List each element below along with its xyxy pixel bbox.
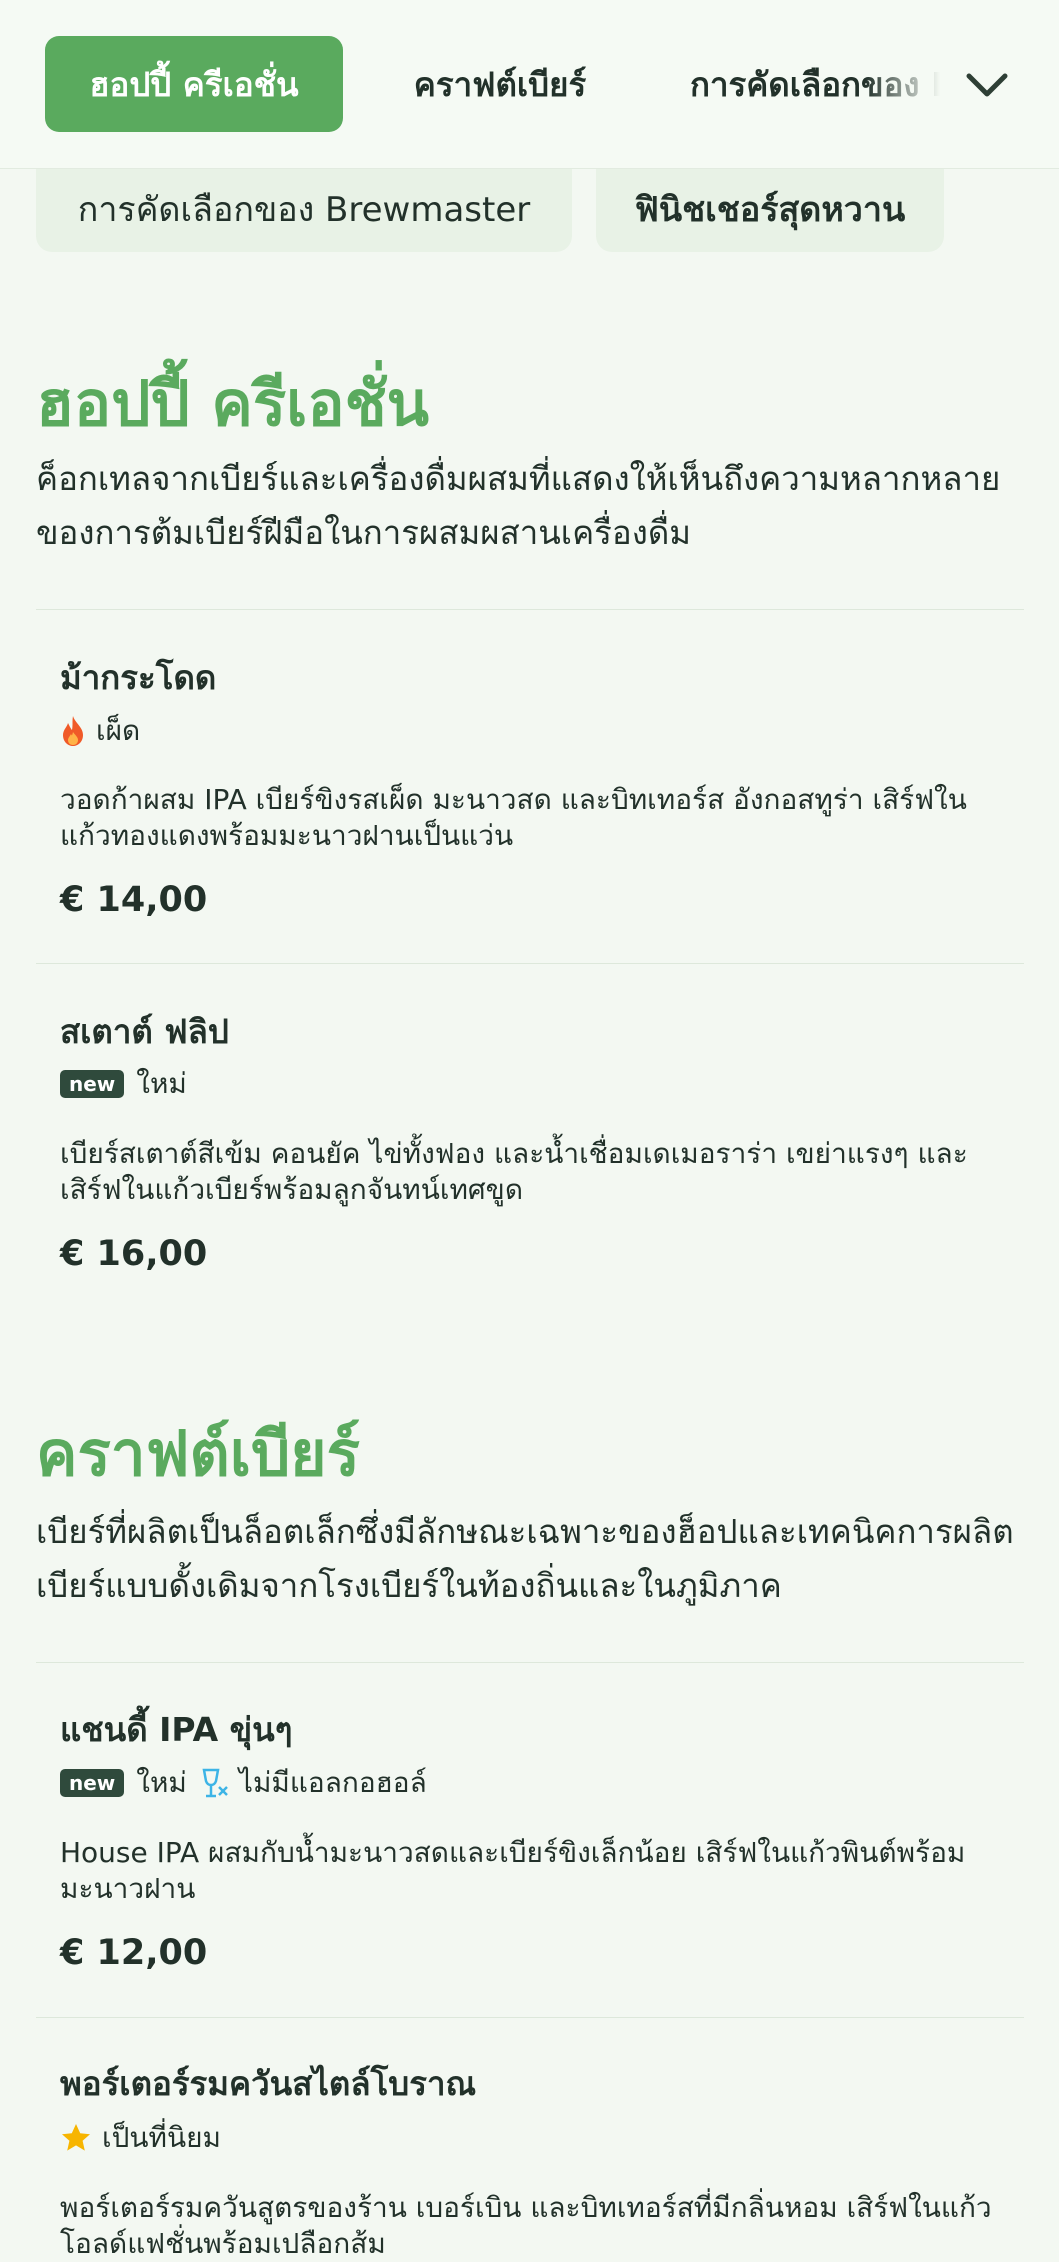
tab-brewmaster-selection[interactable]: การคัดเลือกของ Brewmaster bbox=[690, 36, 940, 132]
section-description: เบียร์ที่ผลิตเป็นล็อตเล็กซึ่งมีลักษณะเฉพ… bbox=[36, 1512, 1014, 1605]
menu-item-description: House IPA ผสมกับน้ำมะนาวสดและเบียร์ขิงเล… bbox=[60, 1836, 966, 1905]
section-description: ค็อกเทลจากเบียร์และเครื่องดื่มผสมที่แสดง… bbox=[36, 459, 1001, 552]
new-badge: new bbox=[60, 1769, 125, 1797]
menu-item-name: พอร์เตอร์รมควันสไตล์โบราณ bbox=[60, 2064, 477, 2103]
divider bbox=[36, 963, 1024, 964]
item-tags: new ใหม่ ไม่มีแอลกอฮอล์ bbox=[60, 1763, 441, 1803]
star-icon bbox=[60, 2122, 92, 2154]
tag-popular: เป็นที่นิยม bbox=[60, 2116, 221, 2160]
tag-label: เผ็ด bbox=[96, 714, 141, 747]
chip-sweet-finishers[interactable]: ฟินิชเชอร์สุดหวาน bbox=[596, 166, 944, 252]
divider bbox=[36, 609, 1024, 610]
menu-item-price: € 14,00 bbox=[60, 880, 208, 920]
section-title: คราฟต์เบียร์ bbox=[36, 1417, 360, 1490]
menu-item-name: ม้ากระโดด bbox=[60, 658, 217, 697]
tag-spicy: เผ็ด bbox=[60, 709, 140, 753]
divider bbox=[36, 1662, 1024, 1663]
new-badge: new bbox=[60, 1070, 125, 1098]
tag-label: ใหม่ bbox=[136, 1766, 187, 1799]
menu-item-name: สเตาต์ ฟลิป bbox=[60, 1012, 229, 1051]
tag-label: เป็นที่นิยม bbox=[102, 2121, 221, 2154]
tag-label: ไม่มีแอลกอฮอล์ bbox=[238, 1766, 427, 1799]
item-tags: เป็นที่นิยม bbox=[60, 2118, 235, 2158]
no-alcohol-icon bbox=[201, 1767, 229, 1799]
category-nav: ฮอปปี้ ครีเอชั่น คราฟต์เบียร์ การคัดเลือ… bbox=[0, 0, 1059, 169]
tab-craft-beer[interactable]: คราฟต์เบียร์ bbox=[400, 36, 600, 132]
chevron-down-icon[interactable] bbox=[960, 58, 1014, 112]
item-tags: เผ็ด bbox=[60, 711, 154, 751]
menu-item-price: € 12,00 bbox=[60, 1933, 208, 1973]
menu-item-price: € 16,00 bbox=[60, 1234, 208, 1274]
menu-item-name: แชนดี้ IPA ขุ่นๆ bbox=[60, 1710, 293, 1749]
chip-brewmaster-selection[interactable]: การคัดเลือกของ Brewmaster bbox=[36, 166, 572, 252]
tag-new: new ใหม่ bbox=[60, 1062, 187, 1106]
tag-label: ใหม่ bbox=[136, 1067, 187, 1100]
item-tags: new ใหม่ bbox=[60, 1064, 201, 1104]
menu-item-description: เบียร์สเตาต์สีเข้ม คอนยัค ไข่ทั้งฟอง และ… bbox=[60, 1137, 968, 1206]
tab-hoppy-creations[interactable]: ฮอปปี้ ครีเอชั่น bbox=[45, 36, 343, 132]
section-title: ฮอปปี้ ครีเอชั่น bbox=[36, 367, 430, 440]
tag-new: new ใหม่ bbox=[60, 1761, 187, 1805]
divider bbox=[36, 2017, 1024, 2018]
menu-item-description: พอร์เตอร์รมควันสูตรของร้าน เบอร์เบิน และ… bbox=[60, 2191, 992, 2260]
fire-icon bbox=[60, 715, 86, 747]
menu-item-description: วอดก้าผสม IPA เบียร์ขิงรสเผ็ด มะนาวสด แล… bbox=[60, 783, 967, 852]
tag-non-alcoholic: ไม่มีแอลกอฮอล์ bbox=[201, 1761, 427, 1805]
